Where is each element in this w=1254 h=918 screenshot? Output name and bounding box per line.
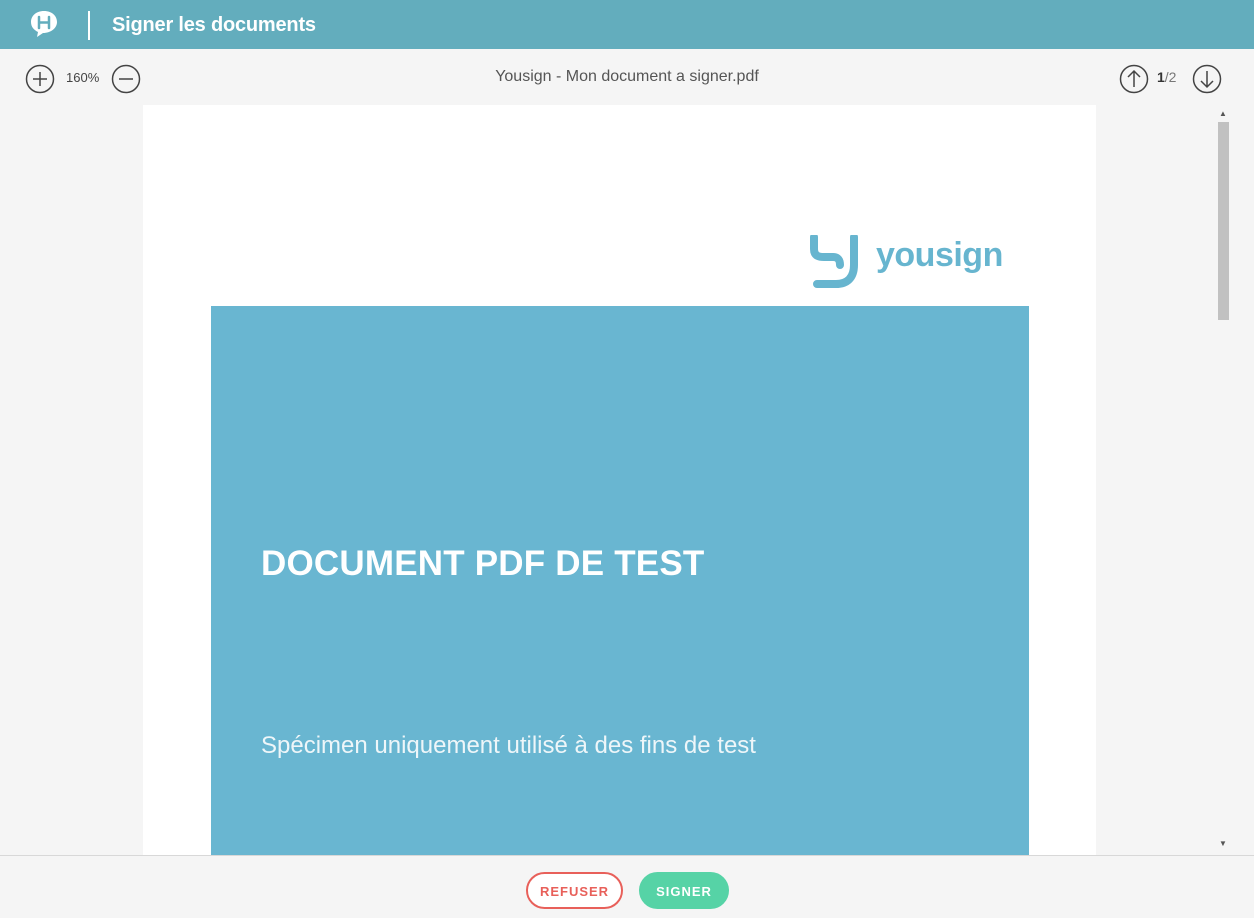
chat-bubble-logo-icon <box>31 11 57 37</box>
page-indicator: 1/2 <box>1157 69 1176 85</box>
arrow-down-icon[interactable] <box>1192 64 1222 94</box>
refuse-button[interactable]: REFUSER <box>526 872 623 909</box>
scroll-down-arrow-icon[interactable]: ▼ <box>1219 839 1227 848</box>
total-pages: /2 <box>1164 69 1177 85</box>
arrow-up-icon[interactable] <box>1119 64 1149 94</box>
app-header: Signer les documents <box>0 0 1254 49</box>
yousign-brand-text: yousign <box>876 236 1003 274</box>
header-divider <box>88 11 90 40</box>
viewer-toolbar: 160% Yousign - Mon document a signer.pdf… <box>0 49 1254 105</box>
scroll-thumb[interactable] <box>1218 122 1229 320</box>
page-title: Signer les documents <box>112 14 316 36</box>
document-viewer[interactable]: yousign DOCUMENT PDF DE TEST Spécimen un… <box>0 105 1254 855</box>
document-subtitle: Spécimen uniquement utilisé à des fins d… <box>261 732 756 759</box>
document-heading: DOCUMENT PDF DE TEST <box>261 544 705 583</box>
sign-button[interactable]: SIGNER <box>639 872 729 909</box>
action-bar: REFUSER SIGNER <box>0 855 1254 918</box>
pdf-page: yousign DOCUMENT PDF DE TEST Spécimen un… <box>143 105 1096 855</box>
scroll-up-arrow-icon[interactable]: ▲ <box>1219 109 1227 118</box>
vertical-scrollbar[interactable]: ▲ ▼ <box>1216 105 1230 855</box>
yousign-logo-icon <box>810 235 858 288</box>
document-title: Yousign - Mon document a signer.pdf <box>495 68 759 85</box>
cover-block: DOCUMENT PDF DE TEST Spécimen uniquement… <box>211 306 1029 855</box>
current-page: 1 <box>1157 69 1165 85</box>
